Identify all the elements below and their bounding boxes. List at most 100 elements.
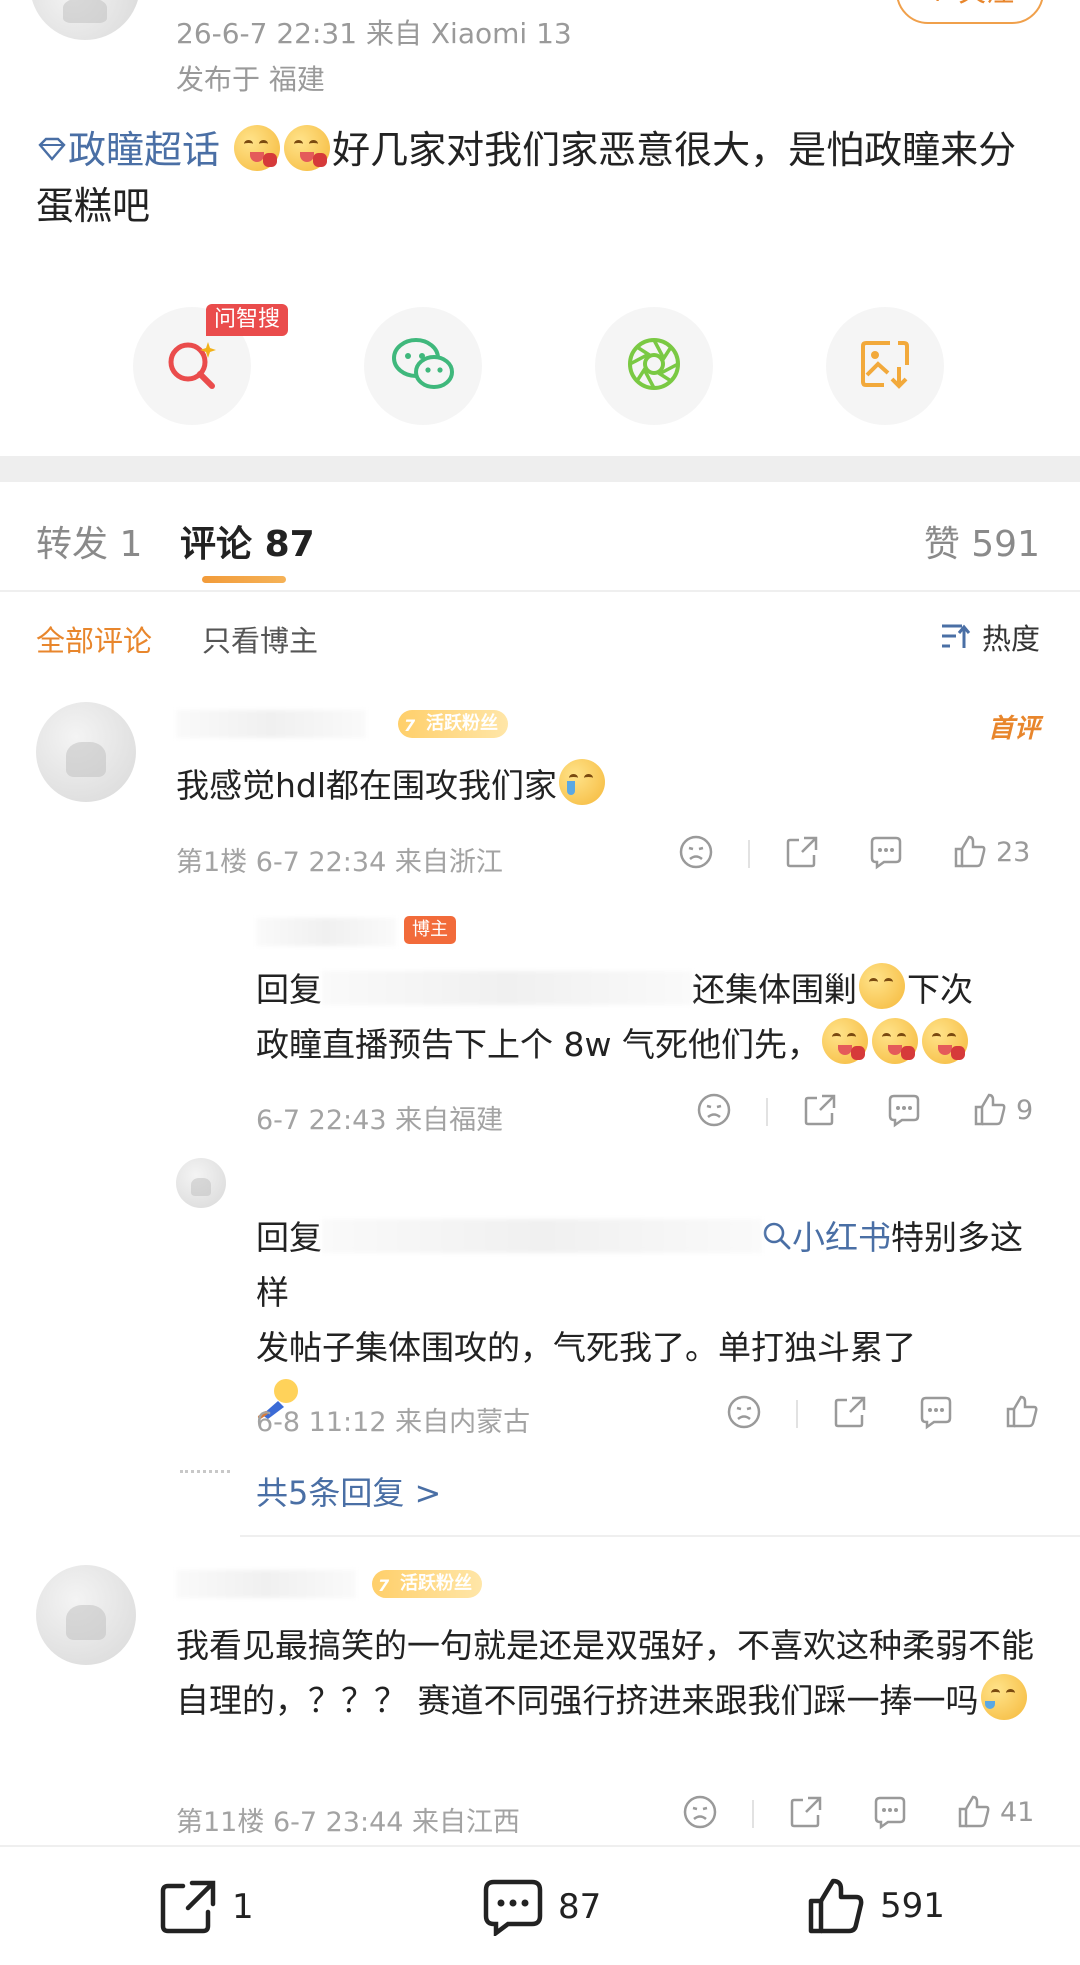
reply-meta: 6-8 11:12 来自内蒙古 — [256, 1407, 531, 1438]
reply-target-name[interactable] — [322, 1219, 762, 1253]
comment-meta: 第11楼 6-7 23:44 来自江西 — [176, 1807, 521, 1838]
xiaohongshu-link[interactable]: 小红书 — [762, 1218, 891, 1257]
thumbs-up-icon — [806, 1876, 866, 1936]
post-device: Xiaomi 13 — [430, 17, 572, 50]
topic-label: 政瞳超话 — [68, 128, 221, 172]
tab-repost-count: 1 — [119, 524, 143, 565]
filter-author-only[interactable]: 只看博主 — [202, 618, 318, 660]
tabs-divider — [0, 590, 1080, 592]
link-label: 小红书 — [792, 1218, 891, 1257]
drool-emoji-icon — [871, 1018, 918, 1064]
author-badge: 博主 — [404, 916, 456, 944]
share-icon[interactable] — [784, 834, 820, 870]
dislike-icon[interactable] — [696, 1092, 732, 1128]
like-button[interactable]: 23 — [952, 834, 1030, 870]
drool-emoji-icon — [921, 1018, 968, 1064]
sort-label: 热度 — [981, 622, 1040, 656]
like-count: 9 — [1016, 1094, 1034, 1126]
action-divider — [752, 1800, 754, 1828]
thumbs-up-icon[interactable] — [1004, 1394, 1040, 1430]
commenter-name[interactable] — [176, 1570, 356, 1598]
comment-icon — [482, 1878, 544, 1936]
thumbs-up-icon — [956, 1794, 992, 1830]
follow-button[interactable]: + 关注 — [896, 0, 1044, 24]
wechat-icon — [390, 336, 456, 396]
reply-line2: 发帖子集体围攻的，气死我了。单打独斗累了 — [256, 1328, 916, 1367]
commenter-avatar[interactable] — [36, 702, 136, 802]
thumbs-up-icon — [972, 1092, 1008, 1128]
tab-likes[interactable]: 赞 591 — [924, 515, 1040, 567]
tab-repost[interactable]: 转发 1 — [36, 515, 142, 567]
sort-button[interactable]: 热度 — [940, 616, 1040, 658]
like-button[interactable]: 9 — [972, 1092, 1033, 1128]
laughing-crying-emoji-icon — [980, 1674, 1027, 1720]
tab-comments-label: 评论 — [180, 524, 253, 565]
topic-link[interactable]: 政瞳超话 — [36, 128, 232, 172]
filter-all-comments[interactable]: 全部评论 — [36, 618, 152, 660]
commenter-avatar[interactable] — [36, 1565, 136, 1665]
first-comment-tag: 首评 — [987, 714, 1040, 744]
save-image-button[interactable] — [826, 307, 944, 425]
dislike-icon[interactable] — [682, 1794, 718, 1830]
repost-icon — [158, 1878, 218, 1936]
commenter-name[interactable] — [176, 710, 366, 738]
reply-text: 回复 还集体围剿 下次 政瞳直播预告下上个 8w 气死他们先， — [256, 962, 1046, 1072]
drool-emoji-icon — [234, 125, 281, 171]
action-divider — [766, 1098, 768, 1126]
moments-icon — [625, 335, 683, 397]
tab-comments[interactable]: 评论 87 — [180, 515, 315, 567]
comment-divider — [240, 1535, 1080, 1537]
reply-line2: 政瞳直播预告下上个 8w 气死他们先， — [256, 1025, 820, 1064]
tab-likes-count: 591 — [971, 524, 1040, 565]
post-content: 政瞳超话 好几家对我们家恶意很大，是怕政瞳来分蛋糕吧 — [36, 120, 1046, 234]
bottom-repost-count: 1 — [232, 1887, 254, 1927]
reply-icon[interactable] — [886, 1092, 922, 1128]
ai-search-badge-label: 问智搜 — [214, 307, 281, 332]
reply-avatar[interactable] — [176, 1158, 226, 1208]
reply-prefix: 回复 — [256, 1218, 322, 1257]
diamond-icon — [36, 120, 68, 176]
like-count: 41 — [1000, 1796, 1035, 1828]
action-divider — [796, 1400, 798, 1428]
reply-icon[interactable] — [872, 1794, 908, 1830]
bottom-comment-button[interactable]: 87 — [482, 1878, 601, 1936]
tab-likes-label: 赞 — [923, 524, 960, 565]
more-replies-link[interactable]: 共5条回复 > — [256, 1468, 441, 1514]
share-icon[interactable] — [802, 1092, 838, 1128]
reply-icon[interactable] — [918, 1394, 954, 1430]
bottom-like-count: 591 — [880, 1886, 945, 1926]
reply-icon[interactable] — [868, 834, 904, 870]
search-icon — [762, 1221, 792, 1251]
moments-share-button[interactable] — [595, 307, 713, 425]
reply-target-name[interactable] — [322, 971, 692, 1005]
fan-badge: 活跃粉丝 — [398, 710, 508, 738]
wechat-share-button[interactable] — [364, 307, 482, 425]
action-divider — [748, 840, 750, 868]
more-dots — [180, 1470, 230, 1473]
reply-author-name[interactable] — [256, 918, 396, 946]
post-location: 发布于 福建 — [176, 63, 325, 96]
comment-body: 我感觉hdl都在围攻我们家 — [176, 766, 558, 805]
dislike-icon[interactable] — [726, 1394, 762, 1430]
crying-emoji-icon — [559, 759, 606, 805]
post-author-avatar[interactable] — [30, 0, 140, 40]
share-icon[interactable] — [788, 1794, 824, 1830]
reply-meta: 6-7 22:43 来自福建 — [256, 1105, 504, 1136]
like-button[interactable]: 41 — [956, 1794, 1034, 1830]
comment-meta: 第1楼 6-7 22:34 来自浙江 — [176, 847, 503, 878]
share-icon[interactable] — [832, 1394, 868, 1430]
like-count: 23 — [996, 836, 1031, 868]
comment-body: 我看见最搞笑的一句就是还是双强好，不喜欢这种柔弱不能自理的，？？？ 赛道不同强行… — [176, 1626, 1034, 1720]
comment-text: 我看见最搞笑的一句就是还是双强好，不喜欢这种柔弱不能自理的，？？？ 赛道不同强行… — [176, 1618, 1046, 1728]
tab-active-indicator — [202, 576, 286, 583]
comment-actions — [678, 834, 714, 870]
dislike-icon[interactable] — [678, 834, 714, 870]
bottom-repost-button[interactable]: 1 — [158, 1878, 254, 1936]
tab-comments-count: 87 — [264, 524, 315, 565]
save-image-icon — [858, 337, 912, 395]
sort-icon — [940, 622, 972, 652]
bottom-like-button[interactable]: 591 — [806, 1876, 945, 1936]
drool-emoji-icon — [821, 1018, 868, 1064]
bottom-comment-count: 87 — [558, 1887, 602, 1927]
comment-text: 我感觉hdl都在围攻我们家 — [176, 758, 1036, 813]
